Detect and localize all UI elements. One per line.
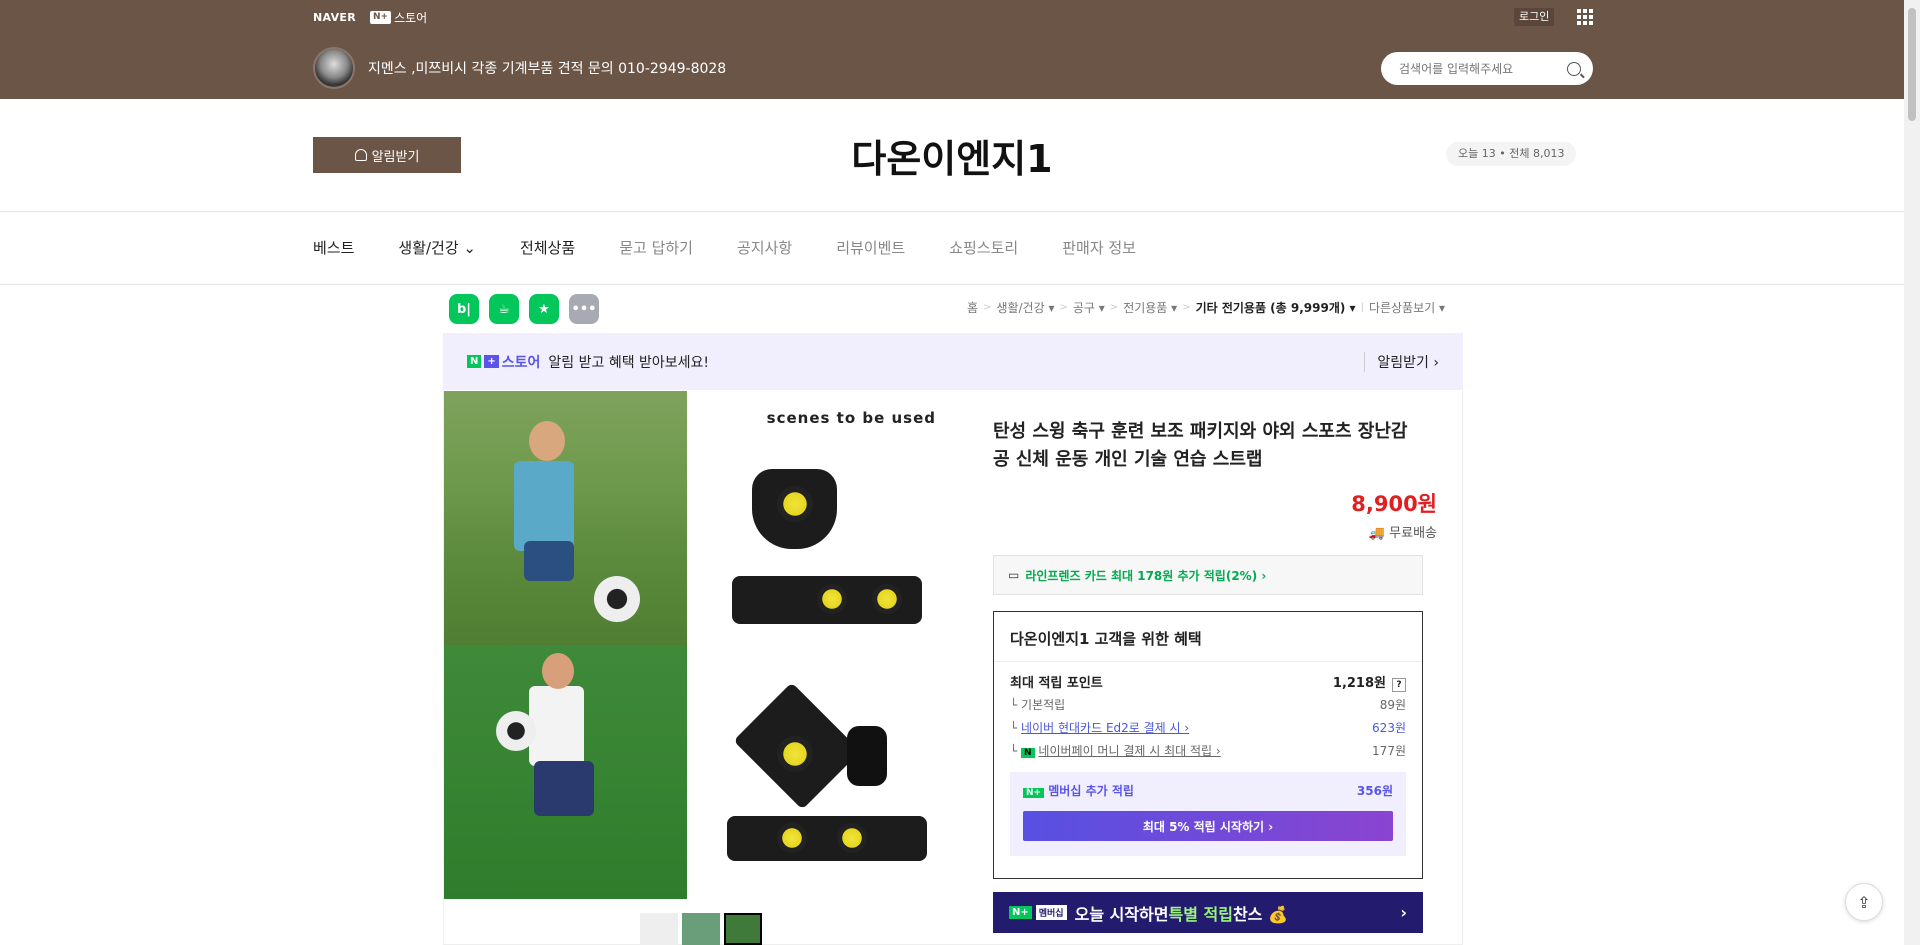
apps-grid-icon[interactable] xyxy=(1577,9,1593,25)
product-price: 8,900원 xyxy=(1351,492,1437,516)
top-header xyxy=(0,0,1904,99)
image-thumbnails xyxy=(640,913,762,945)
store-description: 지멘스 ,미쯔비시 각종 기계부품 견적 문의 010-2949-8028 xyxy=(368,61,727,77)
menu-seller-info[interactable]: 판매자 정보 xyxy=(1062,237,1136,258)
more-icon[interactable]: ••• xyxy=(569,294,599,324)
store-search[interactable] xyxy=(1381,52,1593,85)
chevron-right-icon: › xyxy=(1400,903,1407,922)
store-name[interactable]: 다온이엔지1 xyxy=(0,128,1904,183)
breadcrumb-item[interactable]: 전기용품 ▾ xyxy=(1123,299,1177,316)
card-benefit-label: 라인프렌즈 카드 최대 178원 추가 적립(2%) › xyxy=(1025,568,1267,583)
menu-all-products[interactable]: 전체상품 xyxy=(520,237,575,258)
product-image[interactable]: scenes to be used xyxy=(444,391,952,899)
card-icon: ▭ xyxy=(1008,568,1020,582)
search-icon[interactable] xyxy=(1567,61,1581,76)
shipping-info: 🚚 무료배송 xyxy=(1369,522,1437,541)
thumbnail[interactable] xyxy=(640,913,678,945)
benefit-box: 다온이엔지1 고객을 위한 혜택 최대 적립 포인트 1,218원? └ 기본적… xyxy=(993,611,1423,879)
naver-plus-badge: N+ xyxy=(369,11,392,24)
menu-shopping-story[interactable]: 쇼핑스토리 xyxy=(949,237,1018,258)
shipping-label: 무료배송 xyxy=(1389,526,1437,541)
benefit-title: 다온이엔지1 고객을 위한 혜택 xyxy=(994,612,1422,662)
search-input[interactable] xyxy=(1399,61,1559,76)
login-button[interactable]: 로그인 xyxy=(1514,8,1555,26)
thumbnail[interactable] xyxy=(682,913,720,945)
divider xyxy=(0,284,1904,285)
scrollbar-thumb[interactable] xyxy=(1908,8,1916,121)
bookmark-icon[interactable]: ★ xyxy=(529,294,559,324)
store-menu: 베스트 생활/건강 ⌄ 전체상품 묻고 답하기 공지사항 리뷰이벤트 쇼핑스토리… xyxy=(313,237,1180,258)
breadcrumb: 홈 > 생활/건강 ▾ > 공구 ▾ > 전기용품 ▾ > 기타 전기용품 (총 9,9… xyxy=(967,299,1446,316)
help-icon[interactable]: ? xyxy=(1392,677,1406,692)
menu-best[interactable]: 베스트 xyxy=(313,237,354,258)
quick-icons: b| ☕ ★ ••• xyxy=(449,294,599,324)
pay-points-row[interactable]: └ N 네이버페이 머니 결제 시 최대 적립 › 177원 xyxy=(994,739,1422,762)
banner-pre: 오늘 시작하면 xyxy=(1074,904,1169,924)
npay-icon: N xyxy=(1021,748,1035,758)
blog-icon[interactable]: b| xyxy=(449,294,479,324)
membership-value: 356원 xyxy=(1356,784,1393,798)
menu-review-event[interactable]: 리뷰이벤트 xyxy=(836,237,905,258)
cafe-icon[interactable]: ☕ xyxy=(489,294,519,324)
product-title: 탄성 스윙 축구 훈련 보조 패키지와 야외 스포츠 장난감 공 신체 운동 개… xyxy=(993,421,1408,470)
breadcrumb-item[interactable]: 생활/건강 ▾ xyxy=(996,299,1054,316)
naver-plus-icon: N+ xyxy=(1023,788,1045,798)
divider xyxy=(0,211,1904,212)
store-avatar[interactable] xyxy=(313,47,355,89)
membership-box: N+ 멤버십 추가 적립 356원 최대 5% 적립 시작하기 › xyxy=(1010,772,1406,856)
max-points-value: 1,218원 xyxy=(1332,675,1386,691)
promo-alarm-link[interactable]: 알림받기 › xyxy=(1364,351,1439,372)
global-nav: NAVER N+ 스토어 xyxy=(313,9,427,26)
base-points-row: └ 기본적립 89원 xyxy=(1010,698,1406,712)
breadcrumb-item[interactable]: 공구 ▾ xyxy=(1073,299,1105,316)
naver-plus-store-logo: N + 스토어 xyxy=(467,352,540,372)
breadcrumb-home[interactable]: 홈 xyxy=(967,299,978,316)
pay-points-link[interactable]: 네이버페이 머니 결제 시 최대 적립 › xyxy=(1038,744,1220,758)
start-membership-button[interactable]: 최대 5% 적립 시작하기 › xyxy=(1023,811,1393,841)
store-promo-banner[interactable]: N + 스토어 알림 받고 혜택 받아보세요! 알림받기 › xyxy=(443,333,1463,390)
membership-label: 멤버십 추가 적립 xyxy=(1048,784,1134,798)
image-caption: scenes to be used xyxy=(766,409,936,427)
thumbnail-selected[interactable] xyxy=(724,913,762,945)
naver-logo[interactable]: NAVER xyxy=(313,11,356,24)
visitor-count: 오늘 13 • 전체 8,013 xyxy=(1446,142,1577,166)
card-points-link[interactable]: 네이버 현대카드 Ed2로 결제 시 › xyxy=(1021,721,1189,735)
banner-post: 찬스 💰 xyxy=(1232,904,1288,924)
naver-plus-store-link[interactable]: N+ 스토어 xyxy=(369,9,428,26)
menu-qna[interactable]: 묻고 답하기 xyxy=(619,237,693,258)
promo-text: 알림 받고 혜택 받아보세요! xyxy=(548,354,710,371)
other-products-dropdown[interactable]: 다른상품보기 ▾ xyxy=(1369,299,1445,316)
banner-highlight: 특별 적립 xyxy=(1168,904,1233,924)
menu-notice[interactable]: 공지사항 xyxy=(737,237,792,258)
share-icon[interactable]: ⇪ xyxy=(1845,883,1883,921)
store-link-label: 스토어 xyxy=(394,11,428,25)
naver-plus-icon: N+ xyxy=(1009,906,1032,919)
breadcrumb-current[interactable]: 기타 전기용품 (총 9,999개) ▾ xyxy=(1196,299,1356,316)
membership-banner[interactable]: N+ 멤버십 오늘 시작하면 특별 적립 찬스 💰 › xyxy=(993,892,1423,933)
card-benefit[interactable]: ▭ 라인프렌즈 카드 최대 178원 추가 적립(2%) › xyxy=(993,555,1423,595)
card-points-row[interactable]: └ 네이버 현대카드 Ed2로 결제 시 › 623원 xyxy=(994,716,1422,739)
membership-badge: 멤버십 xyxy=(1035,905,1067,920)
truck-icon: 🚚 xyxy=(1368,526,1386,541)
max-points-row: 최대 적립 포인트 1,218원? xyxy=(994,670,1422,693)
menu-living-health[interactable]: 생활/건강 ⌄ xyxy=(398,237,476,258)
scrollbar[interactable] xyxy=(1904,0,1920,945)
